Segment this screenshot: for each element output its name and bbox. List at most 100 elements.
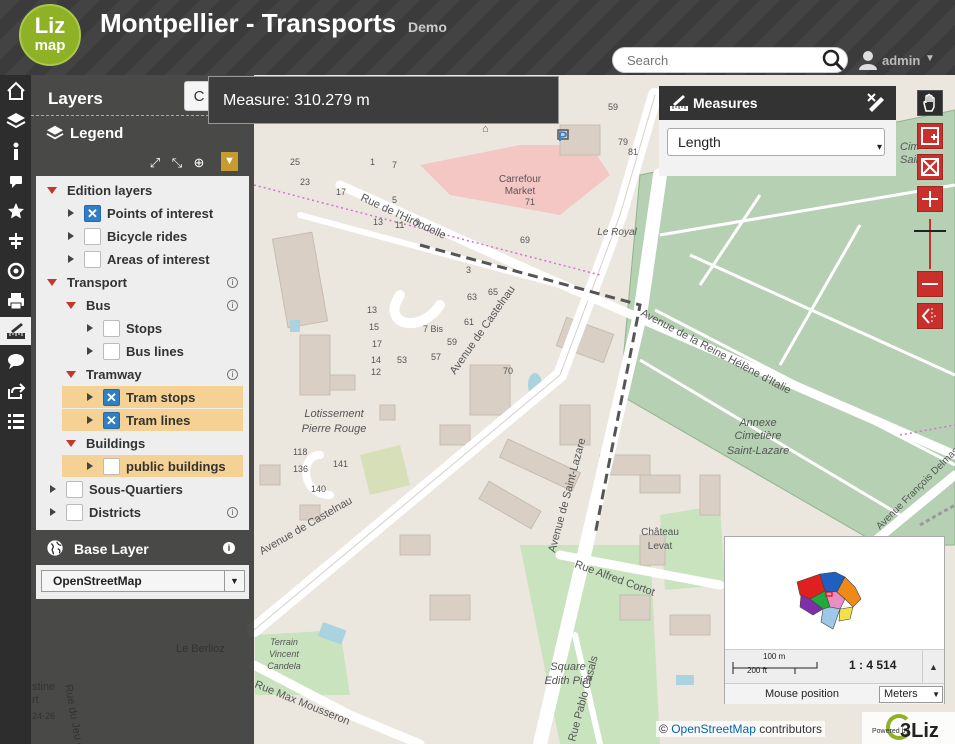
layer-checkbox[interactable]: ✕ — [84, 204, 101, 222]
zoom-to-layer-icon[interactable]: ⊕ — [189, 153, 209, 173]
measures-panel: Measures Length ▾ — [659, 86, 896, 176]
tree-layer-points-of-interest[interactable]: ✕ Points of interest — [68, 202, 247, 224]
layer-checkbox[interactable] — [84, 250, 101, 268]
baselayer-select[interactable]: OpenStreetMap ▼ — [41, 570, 245, 592]
tree-group-edition-layers[interactable]: Edition layers — [47, 179, 247, 201]
svg-text:Levat: Levat — [648, 541, 673, 552]
zoom-box-button[interactable] — [917, 123, 943, 149]
layer-checkbox[interactable] — [103, 457, 120, 475]
tree-label: Stops — [126, 320, 163, 336]
caret-down-icon[interactable] — [47, 278, 57, 286]
user-icon[interactable] — [858, 50, 878, 70]
caret-right-icon[interactable] — [87, 324, 93, 332]
share-icon[interactable] — [0, 377, 31, 405]
info-icon[interactable]: i — [227, 368, 238, 380]
tree-layer-tram-stops[interactable]: ✕ Tram stops — [62, 386, 243, 408]
caret-right-icon[interactable] — [68, 232, 74, 240]
svg-text:Pierre Rouge: Pierre Rouge — [302, 423, 367, 435]
caret-right-icon[interactable] — [68, 209, 74, 217]
svg-text:14: 14 — [371, 355, 381, 365]
svg-text:11: 11 — [395, 220, 404, 230]
measure-type-select[interactable]: Length ▾ — [667, 128, 885, 156]
layers-panel: Layers C Legend ⤢ ⤡ ⊕ ▼ Edition layers ✕… — [31, 75, 254, 744]
zoom-slider[interactable] — [914, 219, 946, 269]
info-icon[interactable]: i — [227, 276, 238, 288]
user-menu-caret-icon[interactable]: ▼ — [925, 53, 935, 64]
caret-down-icon[interactable] — [66, 370, 76, 378]
3liz-brand: 3Liz — [900, 720, 939, 742]
layer-checkbox[interactable]: ✕ — [103, 411, 120, 429]
caret-down-icon[interactable] — [66, 301, 76, 309]
layer-checkbox[interactable] — [84, 227, 101, 245]
caret-right-icon[interactable] — [68, 255, 74, 263]
lizmap-logo[interactable]: Liz map — [19, 4, 81, 66]
zoom-extent-button[interactable] — [917, 154, 943, 180]
tree-group-tramway[interactable]: Tramway i — [66, 363, 247, 385]
measure-icon[interactable] — [0, 317, 31, 345]
tooltip-icon[interactable] — [0, 347, 31, 375]
info-icon[interactable]: i — [227, 506, 238, 518]
caret-down-icon[interactable] — [66, 439, 76, 447]
mouse-position-unit-select[interactable]: Meters ▼ — [879, 686, 943, 703]
svg-text:17: 17 — [372, 339, 382, 349]
caret-right-icon[interactable] — [87, 416, 93, 424]
search-input[interactable] — [612, 47, 848, 73]
measures-header: Measures — [659, 86, 896, 120]
overview-toggle-icon[interactable]: ▲ — [922, 649, 944, 683]
caret-right-icon[interactable] — [50, 485, 56, 493]
svg-text:Carrefour: Carrefour — [499, 174, 542, 185]
tree-layer-public-buildings[interactable]: public buildings — [62, 455, 243, 477]
tree-layer-bus-lines[interactable]: Bus lines — [87, 340, 247, 362]
info-icon[interactable]: i — [223, 542, 235, 554]
layer-checkbox[interactable] — [103, 319, 120, 337]
star-icon[interactable] — [0, 197, 31, 225]
collapse-all-icon[interactable]: ⤡ — [167, 153, 187, 173]
home-icon[interactable] — [0, 77, 31, 105]
tree-layer-sous-quartiers[interactable]: Sous-Quartiers — [50, 478, 247, 500]
tree-group-buildings[interactable]: Buildings — [66, 432, 247, 454]
caret-right-icon[interactable] — [87, 347, 93, 355]
switcher-icon[interactable] — [0, 227, 31, 255]
caret-right-icon[interactable] — [87, 393, 93, 401]
osm-link[interactable]: OpenStreetMap — [671, 722, 756, 736]
measure-stop-icon[interactable] — [866, 92, 888, 114]
layer-checkbox[interactable] — [66, 503, 83, 521]
expand-all-icon[interactable]: ⤢ — [145, 153, 165, 173]
caret-right-icon[interactable] — [50, 508, 56, 516]
mouse-position-label: Mouse position — [765, 688, 839, 700]
caret-down-icon[interactable] — [47, 186, 57, 194]
history-button[interactable] — [917, 303, 943, 329]
zoom-out-button[interactable] — [917, 271, 943, 297]
overview-map[interactable] — [725, 537, 944, 649]
pan-button[interactable] — [917, 90, 943, 116]
chevron-down-icon[interactable]: ▾ — [877, 135, 882, 161]
tree-layer-stops[interactable]: Stops — [87, 317, 247, 339]
user-name[interactable]: admin — [882, 53, 920, 68]
svg-text:7: 7 — [392, 160, 397, 170]
list-icon[interactable] — [0, 407, 31, 435]
layer-checkbox[interactable] — [103, 342, 120, 360]
tree-layer-districts[interactable]: Districts i — [50, 501, 247, 523]
filter-icon[interactable]: ▼ — [221, 152, 238, 171]
layer-checkbox[interactable]: ✕ — [103, 388, 120, 406]
comment-icon[interactable] — [0, 167, 31, 195]
info-icon[interactable] — [0, 137, 31, 165]
baselayer-header: Base Layer i — [31, 533, 254, 563]
caret-right-icon[interactable] — [87, 462, 93, 470]
chevron-down-icon[interactable]: ▼ — [932, 687, 940, 702]
search-icon[interactable] — [822, 49, 844, 71]
tree-group-bus[interactable]: Bus i — [66, 294, 247, 316]
print-icon[interactable] — [0, 287, 31, 315]
chevron-down-icon[interactable]: ▼ — [224, 571, 244, 591]
info-icon[interactable]: i — [227, 299, 238, 311]
powered-by-3liz[interactable]: Powered by 3Liz — [862, 712, 955, 744]
tree-layer-bicycle-rides[interactable]: Bicycle rides — [68, 225, 247, 247]
scale-feet: 200 ft — [747, 666, 768, 675]
layers-icon[interactable] — [0, 107, 31, 135]
layer-checkbox[interactable] — [66, 480, 83, 498]
tree-layer-areas-of-interest[interactable]: Areas of interest — [68, 248, 247, 270]
tree-group-transport[interactable]: Transport i — [47, 271, 247, 293]
zoom-in-button[interactable] — [917, 186, 943, 212]
locate-icon[interactable] — [0, 257, 31, 285]
tree-layer-tram-lines[interactable]: ✕ Tram lines — [62, 409, 243, 431]
